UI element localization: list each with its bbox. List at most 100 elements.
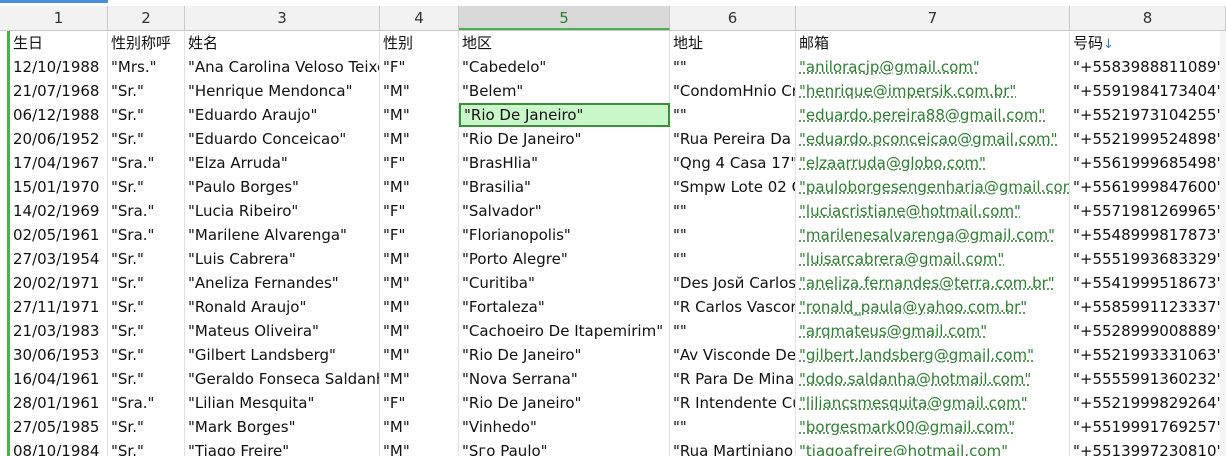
- table-cell[interactable]: "R Para De Minas: [670, 367, 796, 391]
- table-cell[interactable]: "Sr.": [108, 367, 185, 391]
- table-cell[interactable]: "+5521993331063"↓: [1070, 343, 1226, 367]
- table-cell[interactable]: "pauloborgesengenharia@gmail.com: [796, 175, 1070, 199]
- column-number-8[interactable]: 8: [1070, 6, 1226, 30]
- table-cell[interactable]: "Smpw Lote 02 C: [670, 175, 796, 199]
- table-cell[interactable]: "ronald_paula@yahoo.com.br": [796, 295, 1070, 319]
- table-cell[interactable]: 27/11/1971: [10, 295, 108, 319]
- table-cell[interactable]: "+5561999847600"↓: [1070, 175, 1226, 199]
- table-cell[interactable]: 20/02/1971: [10, 271, 108, 295]
- table-cell[interactable]: "Fortaleza": [459, 295, 670, 319]
- table-cell[interactable]: "Rio De Janeiro": [459, 391, 670, 415]
- table-cell[interactable]: "Curitiba": [459, 271, 670, 295]
- column-number-4[interactable]: 4: [380, 6, 459, 30]
- table-cell[interactable]: "Sr.": [108, 127, 185, 151]
- table-cell[interactable]: "M": [380, 247, 459, 271]
- table-cell[interactable]: "+5551993683329"↓: [1070, 247, 1226, 271]
- table-cell[interactable]: 27/03/1954: [10, 247, 108, 271]
- table-cell[interactable]: "M": [380, 439, 459, 456]
- table-cell[interactable]: 20/06/1952: [10, 127, 108, 151]
- table-cell[interactable]: "+5521999829264"↓: [1070, 391, 1226, 415]
- table-cell[interactable]: "Sr.": [108, 319, 185, 343]
- table-cell[interactable]: "Lilian Mesquita": [185, 391, 380, 415]
- table-cell[interactable]: "Henrique Mendonca": [185, 79, 380, 103]
- table-cell[interactable]: "Sr.": [108, 271, 185, 295]
- table-cell[interactable]: "M": [380, 271, 459, 295]
- table-cell[interactable]: "+5521999524898"↓: [1070, 127, 1226, 151]
- table-cell[interactable]: "Rio De Janeiro": [459, 127, 670, 151]
- table-cell[interactable]: "R Intendente Cu: [670, 391, 796, 415]
- table-cell[interactable]: "Qng 4 Casa 17": [670, 151, 796, 175]
- table-cell[interactable]: 17/04/1967: [10, 151, 108, 175]
- table-cell[interactable]: "+5513997230810"↓: [1070, 439, 1226, 456]
- table-cell[interactable]: "M": [380, 343, 459, 367]
- table-cell[interactable]: 21/03/1983: [10, 319, 108, 343]
- table-cell[interactable]: "arqmateus@gmail.com": [796, 319, 1070, 343]
- table-cell[interactable]: "eduardo.pereira88@gmail.com": [796, 103, 1070, 127]
- table-cell[interactable]: "Rua Martiniano: [670, 439, 796, 456]
- table-cell[interactable]: "M": [380, 127, 459, 151]
- column-number-3[interactable]: 3: [185, 6, 380, 30]
- table-cell[interactable]: "+5561999685498"↓: [1070, 151, 1226, 175]
- table-cell[interactable]: "M": [380, 295, 459, 319]
- table-cell[interactable]: "Mateus Oliveira": [185, 319, 380, 343]
- table-cell[interactable]: "M": [380, 175, 459, 199]
- table-cell[interactable]: "tiagoafreire@hotmail.com": [796, 439, 1070, 456]
- table-cell[interactable]: "F": [380, 55, 459, 79]
- table-cell[interactable]: "Porto Alegre": [459, 247, 670, 271]
- table-cell[interactable]: "borgesmark00@gmail.com": [796, 415, 1070, 439]
- table-cell[interactable]: "dodo.saldanha@hotmail.com": [796, 367, 1070, 391]
- table-cell[interactable]: "": [670, 415, 796, 439]
- header-cell[interactable]: 生日: [10, 31, 108, 55]
- table-cell[interactable]: "Sra.": [108, 223, 185, 247]
- table-cell[interactable]: "F": [380, 151, 459, 175]
- table-cell[interactable]: "+5585991123337"↓: [1070, 295, 1226, 319]
- table-cell[interactable]: "Brasilia": [459, 175, 670, 199]
- table-cell[interactable]: "Sr.": [108, 343, 185, 367]
- table-cell[interactable]: "+5591984173404"↓: [1070, 79, 1226, 103]
- table-cell[interactable]: "luisarcabrera@gmail.com": [796, 247, 1070, 271]
- table-cell[interactable]: "+5548999817873"↓: [1070, 223, 1226, 247]
- header-cell[interactable]: 地址: [670, 31, 796, 55]
- table-cell[interactable]: "Sra.": [108, 151, 185, 175]
- table-cell[interactable]: "+5571981269965"↓: [1070, 199, 1226, 223]
- table-cell[interactable]: "F": [380, 199, 459, 223]
- table-cell[interactable]: "M": [380, 79, 459, 103]
- column-number-6[interactable]: 6: [670, 6, 796, 30]
- table-cell[interactable]: "": [670, 55, 796, 79]
- table-cell[interactable]: "Sr.": [108, 439, 185, 456]
- table-cell[interactable]: "Florianopolis": [459, 223, 670, 247]
- table-cell[interactable]: "": [670, 247, 796, 271]
- table-cell[interactable]: 06/12/1988: [10, 103, 108, 127]
- table-cell[interactable]: "liliancsmesquita@gmail.com": [796, 391, 1070, 415]
- table-cell[interactable]: "Mark Borges": [185, 415, 380, 439]
- table-cell[interactable]: "Rua Pereira Da S: [670, 127, 796, 151]
- header-cell[interactable]: 号码↓: [1070, 31, 1226, 55]
- table-cell[interactable]: "Nova Serrana": [459, 367, 670, 391]
- table-cell[interactable]: "": [670, 199, 796, 223]
- header-cell[interactable]: 性别: [380, 31, 459, 55]
- header-cell[interactable]: 邮箱: [796, 31, 1070, 55]
- table-cell[interactable]: "aneliza.fernandes@terra.com.br": [796, 271, 1070, 295]
- table-cell[interactable]: "Eduardo Araujo": [185, 103, 380, 127]
- table-cell[interactable]: 21/07/1968: [10, 79, 108, 103]
- table-cell[interactable]: "henrique@impersik.com.br": [796, 79, 1070, 103]
- table-cell[interactable]: 12/10/1988: [10, 55, 108, 79]
- header-cell[interactable]: 姓名: [185, 31, 380, 55]
- table-cell[interactable]: "Rio De Janeiro": [459, 103, 670, 127]
- table-cell[interactable]: "Ronald Araujo": [185, 295, 380, 319]
- table-cell[interactable]: "Sr.": [108, 79, 185, 103]
- table-cell[interactable]: 15/01/1970: [10, 175, 108, 199]
- table-cell[interactable]: "Sгo Paulo": [459, 439, 670, 456]
- table-cell[interactable]: "CondomНnio Cr: [670, 79, 796, 103]
- vertical-scrollbar[interactable]: [1220, 31, 1226, 456]
- table-cell[interactable]: "R Carlos Vascon: [670, 295, 796, 319]
- table-cell[interactable]: "M": [380, 319, 459, 343]
- table-cell[interactable]: "Sr.": [108, 175, 185, 199]
- table-cell[interactable]: "Paulo Borges": [185, 175, 380, 199]
- table-cell[interactable]: "marilenesalvarenga@gmail.com": [796, 223, 1070, 247]
- table-cell[interactable]: "Eduardo Conceicao": [185, 127, 380, 151]
- table-cell[interactable]: "+5519991769257"↓: [1070, 415, 1226, 439]
- table-cell[interactable]: "F": [380, 223, 459, 247]
- table-cell[interactable]: "Sra.": [108, 199, 185, 223]
- table-cell[interactable]: "Gilbert Landsberg": [185, 343, 380, 367]
